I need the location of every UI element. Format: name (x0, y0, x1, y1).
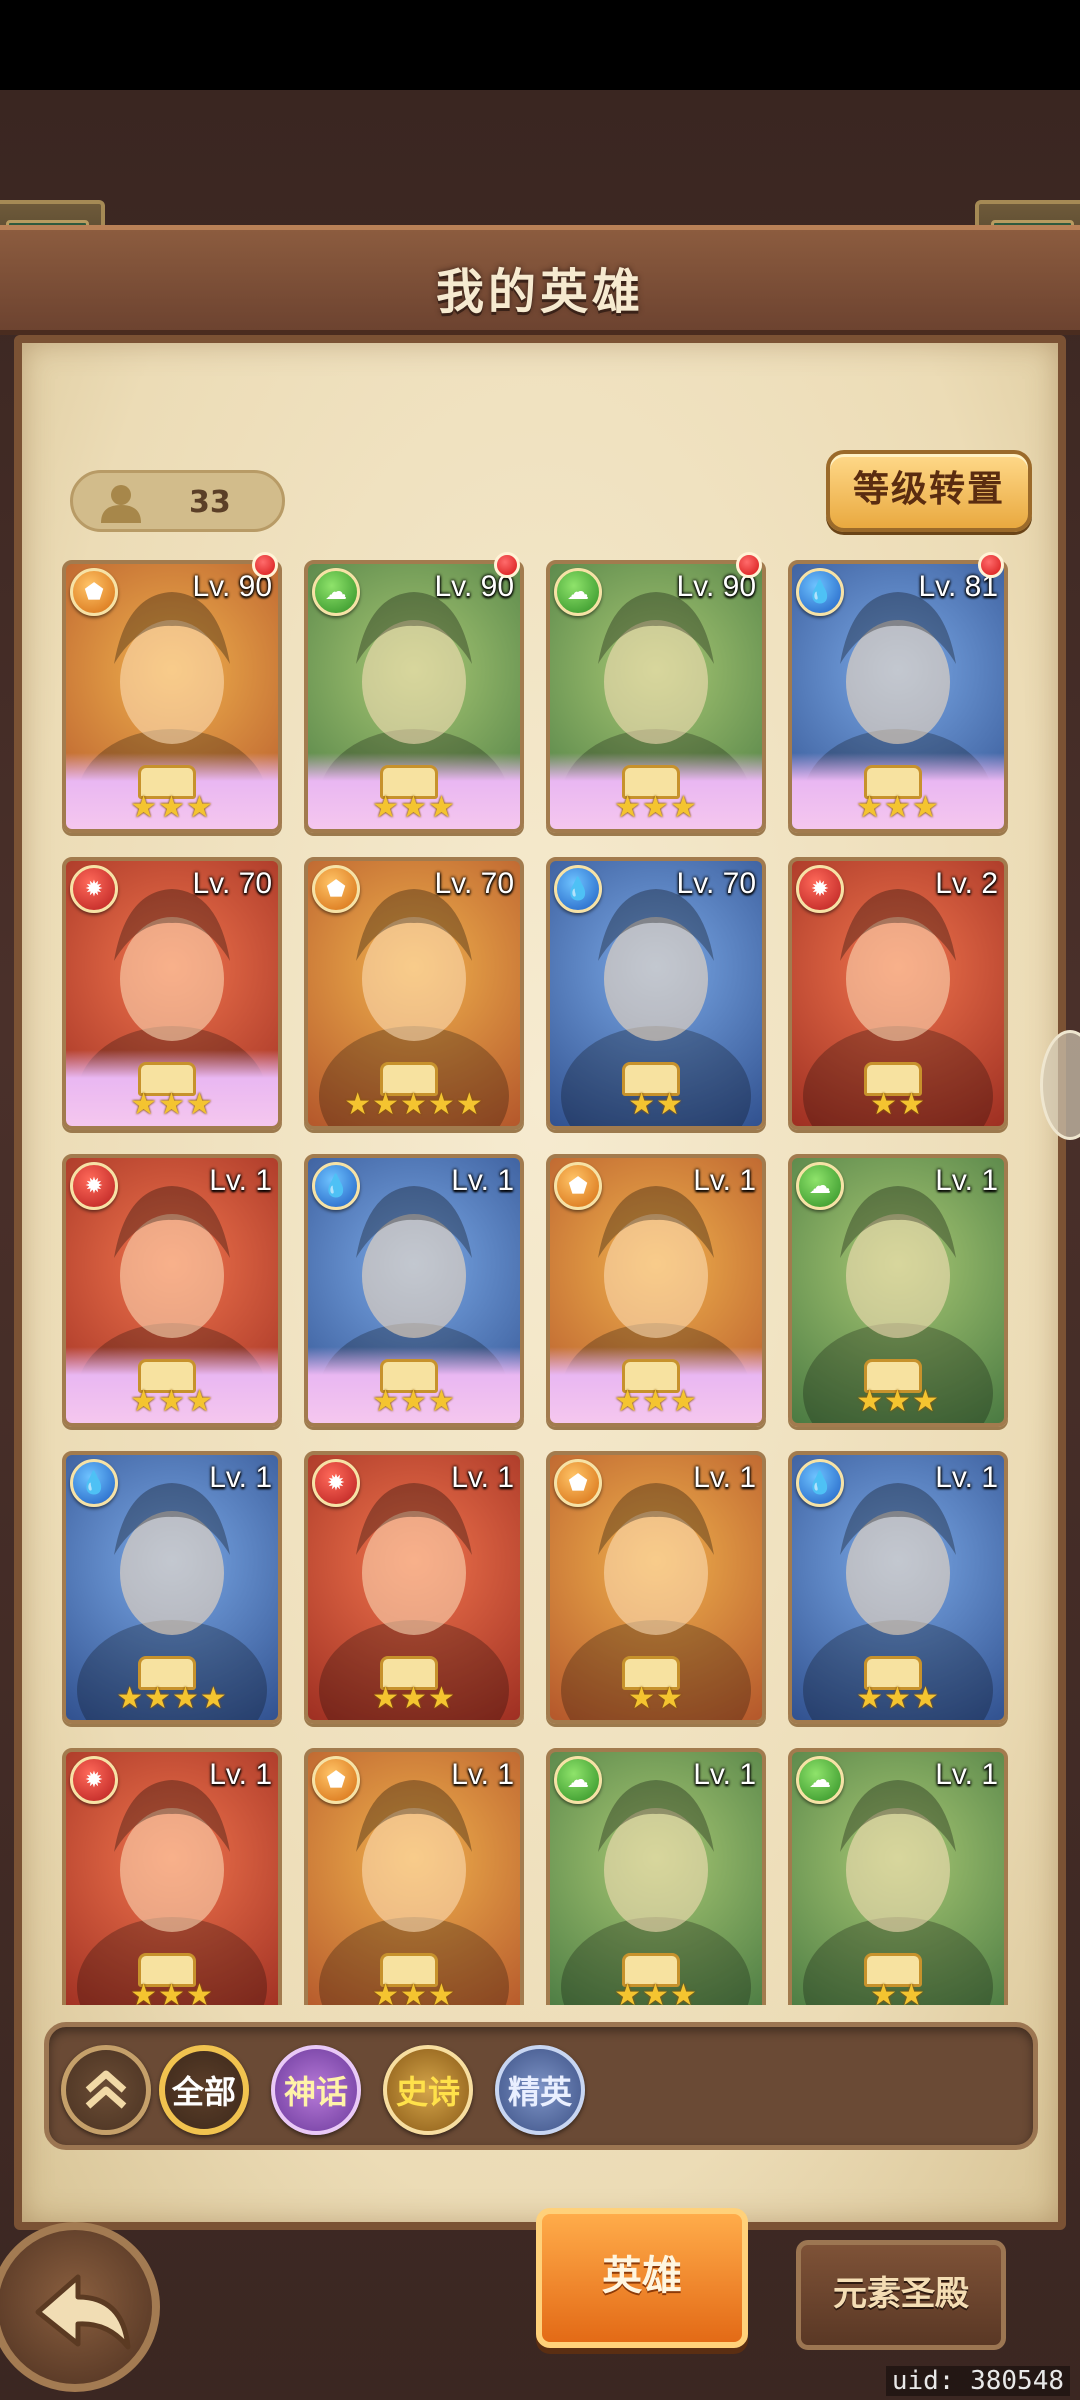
hero-card[interactable]: ★★★ ⬟ Lv. 1 (304, 1748, 524, 2005)
water-element-icon: 💧 (312, 1162, 360, 1210)
hero-level: Lv. 1 (935, 1758, 998, 1791)
hero-card[interactable]: ★★ ✹ Lv. 2 (788, 857, 1008, 1130)
notification-dot (494, 552, 520, 578)
earth-element-icon: ⬟ (70, 568, 118, 616)
earth-element-icon: ⬟ (554, 1459, 602, 1507)
hero-level: Lv. 1 (935, 1164, 998, 1197)
hero-count-badge: 33 (70, 470, 285, 532)
notification-dot (978, 552, 1004, 578)
back-arrow-icon (35, 2274, 131, 2350)
filter-bar: 全部 神话 史诗 精英 (44, 2022, 1038, 2150)
hero-level: Lv. 70 (676, 867, 757, 900)
hero-card[interactable]: ★★★ ☁ Lv. 1 (546, 1748, 766, 2005)
hero-count-value: 33 (189, 485, 231, 520)
hero-level: Lv. 2 (935, 867, 998, 900)
hero-level: Lv. 1 (935, 1461, 998, 1494)
hero-level: Lv. 1 (209, 1758, 272, 1791)
hero-level: Lv. 1 (451, 1164, 514, 1197)
hero-card[interactable]: ★★★ ✹ Lv. 70 (62, 857, 282, 1130)
wind-element-icon: ☁ (312, 568, 360, 616)
filter-all-button[interactable]: 全部 (159, 2045, 249, 2135)
tab-heroes[interactable]: 英雄 (536, 2208, 748, 2348)
hero-card[interactable]: ★★★ 💧 Lv. 81 (788, 560, 1008, 833)
star-rating: ★★★ (856, 790, 940, 825)
star-rating: ★★★ (372, 790, 456, 825)
hero-card[interactable]: ★★★ ✹ Lv. 1 (304, 1451, 524, 1724)
fire-element-icon: ✹ (796, 865, 844, 913)
hero-level: Lv. 1 (693, 1164, 756, 1197)
hero-card[interactable]: ★★★ ✹ Lv. 1 (62, 1748, 282, 2005)
star-rating: ★★★ (130, 790, 214, 825)
fire-element-icon: ✹ (312, 1459, 360, 1507)
star-rating: ★★★ (614, 790, 698, 825)
earth-element-icon: ⬟ (554, 1162, 602, 1210)
hero-level: Lv. 1 (451, 1461, 514, 1494)
notification-dot (252, 552, 278, 578)
hero-card[interactable]: ★★★★ 💧 Lv. 1 (62, 1451, 282, 1724)
star-rating: ★★★ (614, 1384, 698, 1419)
hero-card[interactable]: ★★★ ✹ Lv. 1 (62, 1154, 282, 1427)
star-rating: ★★★ (130, 1087, 214, 1122)
hero-level: Lv. 70 (434, 867, 515, 900)
star-rating: ★★★ (856, 1384, 940, 1419)
hero-level: Lv. 1 (693, 1461, 756, 1494)
hero-level: Lv. 70 (192, 867, 273, 900)
star-rating: ★★★ (856, 1681, 940, 1716)
uid-label: uid: 380548 (885, 2366, 1070, 2396)
water-element-icon: 💧 (70, 1459, 118, 1507)
star-rating: ★★ (870, 1087, 926, 1122)
filter-mythic-button[interactable]: 神话 (271, 2045, 361, 2135)
tab-element-temple[interactable]: 元素圣殿 (796, 2240, 1006, 2350)
hero-card[interactable]: ★★★ ☁ Lv. 1 (788, 1154, 1008, 1427)
star-rating: ★★★ (130, 1384, 214, 1419)
star-rating: ★★★★★ (344, 1087, 484, 1122)
hero-card[interactable]: ★★ ⬟ Lv. 1 (546, 1451, 766, 1724)
hero-card[interactable]: ★★ ☁ Lv. 1 (788, 1748, 1008, 2005)
hero-level: Lv. 1 (209, 1461, 272, 1494)
hero-card[interactable]: ★★★ 💧 Lv. 1 (788, 1451, 1008, 1724)
fire-element-icon: ✹ (70, 1756, 118, 1804)
fire-element-icon: ✹ (70, 1162, 118, 1210)
double-chevron-up-icon (85, 2070, 127, 2109)
status-bar (0, 0, 1080, 90)
hero-card[interactable]: ★★★ ☁ Lv. 90 (546, 560, 766, 833)
hero-card[interactable]: ★★ 💧 Lv. 70 (546, 857, 766, 1130)
person-icon (101, 485, 141, 523)
earth-element-icon: ⬟ (312, 1756, 360, 1804)
filter-elite-button[interactable]: 精英 (495, 2045, 585, 2135)
fire-element-icon: ✹ (70, 865, 118, 913)
hero-level: Lv. 1 (209, 1164, 272, 1197)
wind-element-icon: ☁ (554, 568, 602, 616)
star-rating: ★★ (628, 1087, 684, 1122)
star-rating: ★★★★ (116, 1681, 228, 1716)
title-bar: 我的英雄 (0, 225, 1080, 335)
wind-element-icon: ☁ (796, 1756, 844, 1804)
notification-dot (736, 552, 762, 578)
star-rating: ★★ (628, 1681, 684, 1716)
hero-card[interactable]: ★★★ ⬟ Lv. 1 (546, 1154, 766, 1427)
hero-grid: ★★★ ⬟ Lv. 90 ★★★ ☁ Lv. 90 ★★★ ☁ Lv. 90 ★★★ 💧 Lv. 81… (62, 552, 1022, 2005)
filter-epic-button[interactable]: 史诗 (383, 2045, 473, 2135)
wind-element-icon: ☁ (796, 1162, 844, 1210)
star-rating: ★★★ (372, 1681, 456, 1716)
hero-card[interactable]: ★★★★★ ⬟ Lv. 70 (304, 857, 524, 1130)
hero-card[interactable]: ★★★ ⬟ Lv. 90 (62, 560, 282, 833)
level-transfer-button[interactable]: 等级转置 (826, 450, 1032, 532)
water-element-icon: 💧 (796, 1459, 844, 1507)
water-element-icon: 💧 (554, 865, 602, 913)
collapse-button[interactable] (61, 2045, 151, 2135)
hero-level: Lv. 1 (451, 1758, 514, 1791)
page-title: 我的英雄 (435, 264, 644, 320)
hero-card[interactable]: ★★★ ☁ Lv. 90 (304, 560, 524, 833)
star-rating: ★★★ (372, 1384, 456, 1419)
water-element-icon: 💧 (796, 568, 844, 616)
earth-element-icon: ⬟ (312, 865, 360, 913)
hero-card[interactable]: ★★★ 💧 Lv. 1 (304, 1154, 524, 1427)
hero-level: Lv. 1 (693, 1758, 756, 1791)
wind-element-icon: ☁ (554, 1756, 602, 1804)
